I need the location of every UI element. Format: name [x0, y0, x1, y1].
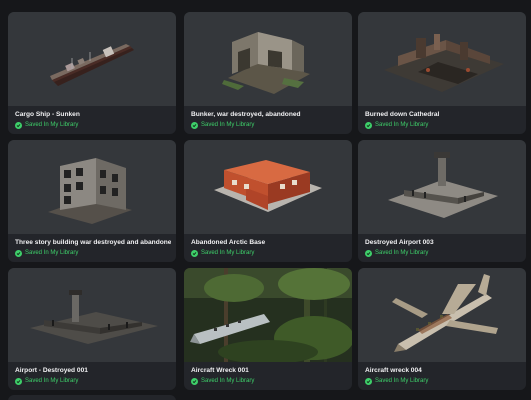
aircraft-wreck-photo-icon — [184, 268, 352, 362]
next-row-card-edge — [8, 395, 176, 400]
check-circle-icon — [365, 250, 372, 257]
check-circle-icon — [191, 250, 198, 257]
check-circle-icon — [365, 378, 372, 385]
asset-title[interactable]: Destroyed Airport 003 — [365, 238, 521, 247]
asset-card-bunker[interactable]: Bunker, war destroyed, abandoned Saved I… — [184, 12, 352, 134]
status-label: Saved In My Library — [201, 250, 255, 256]
check-circle-icon — [15, 122, 22, 129]
bunker-ruin-model-icon — [222, 32, 310, 94]
cargo-ship-model-icon — [50, 44, 134, 86]
asset-thumbnail[interactable] — [358, 140, 526, 234]
check-circle-icon — [191, 122, 198, 129]
asset-title[interactable]: Aircraft Wreck 001 — [191, 366, 347, 375]
status-label: Saved In My Library — [375, 122, 429, 128]
status-label: Saved In My Library — [201, 378, 255, 384]
saved-status: Saved In My Library — [365, 377, 428, 386]
status-label: Saved In My Library — [375, 250, 429, 256]
saved-status: Saved In My Library — [15, 121, 78, 130]
asset-thumbnail[interactable] — [358, 268, 526, 362]
saved-status: Saved In My Library — [191, 121, 254, 130]
status-label: Saved In My Library — [25, 378, 79, 384]
asset-thumbnail[interactable] — [358, 12, 526, 106]
asset-card-cargo-ship[interactable]: Cargo Ship - Sunken Saved In My Library — [8, 12, 176, 134]
saved-status: Saved In My Library — [15, 377, 78, 386]
ruined-building-model-icon — [48, 158, 132, 224]
saved-status: Saved In My Library — [191, 249, 254, 258]
cathedral-ruin-model-icon — [384, 34, 504, 92]
asset-title[interactable]: Airport - Destroyed 001 — [15, 366, 171, 375]
asset-title[interactable]: Three story building war destroyed and a… — [15, 238, 171, 247]
check-circle-icon — [365, 122, 372, 129]
status-label: Saved In My Library — [25, 122, 79, 128]
asset-title[interactable]: Bunker, war destroyed, abandoned — [191, 110, 347, 119]
arctic-base-model-icon — [214, 160, 322, 212]
airport-ruin-model-icon — [30, 290, 158, 344]
asset-card-three-story-building[interactable]: Three story building war destroyed and a… — [8, 140, 176, 262]
asset-title[interactable]: Cargo Ship - Sunken — [15, 110, 171, 119]
asset-thumbnail[interactable] — [184, 268, 352, 362]
asset-thumbnail[interactable] — [184, 12, 352, 106]
asset-thumbnail[interactable] — [184, 140, 352, 234]
asset-card-cathedral[interactable]: Burned down Cathedral Saved In My Librar… — [358, 12, 526, 134]
asset-title[interactable]: Burned down Cathedral — [365, 110, 521, 119]
check-circle-icon — [15, 250, 22, 257]
asset-title[interactable]: Aircraft wreck 004 — [365, 366, 521, 375]
asset-card-destroyed-airport-003[interactable]: Destroyed Airport 003 Saved In My Librar… — [358, 140, 526, 262]
aircraft-wreck-model-icon — [392, 274, 498, 352]
asset-thumbnail[interactable] — [8, 268, 176, 362]
check-circle-icon — [15, 378, 22, 385]
asset-card-aircraft-wreck-004[interactable]: Aircraft wreck 004 Saved In My Library — [358, 268, 526, 390]
asset-thumbnail[interactable] — [8, 140, 176, 234]
library-grid: Cargo Ship - Sunken Saved In My Library … — [0, 0, 531, 400]
status-label: Saved In My Library — [201, 122, 255, 128]
saved-status: Saved In My Library — [365, 249, 428, 258]
asset-card-arctic-base[interactable]: Abandoned Arctic Base Saved In My Librar… — [184, 140, 352, 262]
status-label: Saved In My Library — [375, 378, 429, 384]
status-label: Saved In My Library — [25, 250, 79, 256]
saved-status: Saved In My Library — [15, 249, 78, 258]
asset-card-airport-destroyed-001[interactable]: Airport - Destroyed 001 Saved In My Libr… — [8, 268, 176, 390]
asset-card-aircraft-wreck-001[interactable]: Aircraft Wreck 001 Saved In My Library — [184, 268, 352, 390]
asset-title[interactable]: Abandoned Arctic Base — [191, 238, 347, 247]
check-circle-icon — [191, 378, 198, 385]
asset-thumbnail[interactable] — [8, 12, 176, 106]
airport-ruin-model-icon — [388, 152, 498, 218]
saved-status: Saved In My Library — [191, 377, 254, 386]
saved-status: Saved In My Library — [365, 121, 428, 130]
